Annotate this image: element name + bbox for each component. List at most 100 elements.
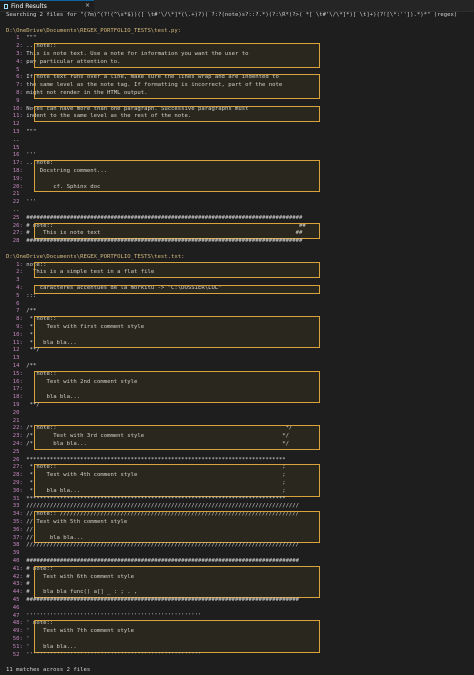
result-line[interactable]: 22 ''' (6, 199, 470, 207)
line-number-pad (6, 98, 16, 104)
match-highlight (34, 511, 320, 544)
line-number-pad (6, 488, 13, 494)
result-line[interactable]: 33 /////////////////////////////////////… (6, 503, 470, 511)
line-number-pad (6, 449, 13, 455)
result-line[interactable]: 16 ''' (6, 152, 470, 160)
line-number-pad (6, 652, 13, 658)
line-number-pad (6, 160, 13, 166)
result-line[interactable]: 47 '''''''''''''''''''''''''''''''''''''… (6, 613, 470, 621)
line-number-pad (6, 176, 13, 182)
result-line[interactable]: 52 '''''''''''''''''''''''''''''''''''''… (6, 652, 470, 660)
line-number: 10 (12, 105, 20, 112)
line-number-pad (6, 184, 13, 190)
line-text: ::: (26, 292, 37, 299)
match-highlight (34, 370, 320, 403)
result-line[interactable]: 14 /** (6, 363, 470, 371)
line-separator (20, 191, 27, 197)
result-line[interactable]: 26 *************************************… (6, 457, 470, 465)
file-path[interactable]: D:\OneDrive\Documents\REGEX_PORTFOLIO_TE… (6, 254, 470, 262)
tab-find-results[interactable]: Find Results × (0, 0, 94, 11)
result-line[interactable]: 13 (6, 355, 470, 363)
line-number-pad (6, 566, 13, 572)
line-separator (20, 355, 27, 361)
match-highlight (34, 160, 320, 193)
line-number: 44 (12, 589, 20, 596)
line-number: 10 (12, 331, 20, 338)
line-number-pad (6, 121, 13, 127)
line-number-pad (6, 113, 13, 119)
line-number: 42 (12, 573, 20, 580)
result-line[interactable]: 21 (6, 418, 470, 426)
line-number: 51 (12, 643, 20, 650)
gap-marker: .. (6, 137, 470, 145)
match-highlight (34, 565, 320, 598)
result-line[interactable]: 3 (6, 277, 470, 285)
line-text: /** (26, 363, 37, 369)
line-number-pad (6, 347, 13, 353)
ellipsis: .. (6, 207, 20, 213)
line-number: 34 (12, 511, 20, 518)
file-path[interactable]: D:\OneDrive\Documents\REGEX_PORTFOLIO_TE… (6, 28, 470, 36)
line-number: 16 (12, 152, 20, 159)
result-line[interactable]: 46 (6, 605, 470, 613)
line-number-pad (6, 191, 13, 197)
result-line[interactable]: 7 /** (6, 308, 470, 316)
result-line[interactable]: 25 (6, 449, 470, 457)
line-number: 11 (12, 113, 20, 120)
result-line[interactable]: 5 ::: (6, 293, 470, 301)
line-number: 12 (12, 347, 20, 354)
line-number: 15 (12, 144, 20, 151)
line-number: 28 (12, 472, 20, 479)
search-header: Searching 2 files for "(?m)^(?!(^\s*$))(… (6, 12, 458, 18)
result-line[interactable]: 5 (6, 67, 470, 75)
line-number: 15 (12, 370, 20, 377)
result-line[interactable]: 20 (6, 410, 470, 418)
line-number: 23 (12, 433, 20, 440)
result-line[interactable]: 45 #####################################… (6, 597, 470, 605)
line-number: 17 (12, 160, 20, 167)
close-icon[interactable]: × (85, 2, 90, 9)
line-text: // (26, 526, 33, 533)
line-number: 36 (12, 526, 20, 533)
line-number: 26 (12, 456, 20, 463)
line-number-pad (6, 324, 16, 330)
result-line[interactable]: 38 /////////////////////////////////////… (6, 542, 470, 550)
line-number-pad (6, 145, 13, 151)
match-highlight (34, 261, 320, 279)
line-number: 25 (12, 448, 20, 455)
result-line[interactable]: 15 (6, 145, 470, 153)
result-line[interactable]: 12 (6, 121, 470, 129)
line-number-pad (6, 464, 13, 470)
line-text: ########################################… (26, 238, 303, 245)
result-line[interactable]: 28 #####################################… (6, 238, 470, 246)
result-line[interactable]: 40 #####################################… (6, 558, 470, 566)
result-line[interactable]: 39 (6, 550, 470, 558)
match-highlight (34, 43, 320, 68)
line-number-pad (6, 542, 13, 548)
line-number-pad (6, 262, 16, 268)
line-number-pad (6, 613, 13, 619)
line-number: 22 (12, 425, 20, 432)
result-line[interactable]: 13 """ (6, 129, 470, 137)
find-results-panel[interactable]: Searching 2 files for "(?m)^(?!(^\s*$))(… (0, 12, 474, 673)
line-separator (19, 98, 26, 104)
line-number: 30 (12, 487, 20, 494)
result-line[interactable]: 12 **/ (6, 347, 470, 355)
result-line[interactable]: 9 (6, 98, 470, 106)
result-line[interactable]: 31 *************************************… (6, 496, 470, 504)
line-text: ########################################… (26, 597, 300, 603)
line-number: 47 (12, 612, 20, 619)
result-line[interactable]: 6 (6, 301, 470, 309)
line-number-pad (6, 394, 13, 400)
line-number-pad (6, 558, 13, 564)
line-number-pad (6, 386, 13, 392)
line-number-pad (6, 332, 13, 338)
result-line[interactable]: 25 #####################################… (6, 215, 470, 223)
result-line[interactable]: 21 (6, 191, 470, 199)
line-number-pad (6, 503, 13, 509)
line-separator (20, 410, 27, 416)
result-line[interactable]: 19 **/ (6, 402, 470, 410)
line-text: """ (26, 35, 37, 42)
result-line[interactable]: 1 """ (6, 35, 470, 43)
line-number: 19 (12, 402, 20, 408)
